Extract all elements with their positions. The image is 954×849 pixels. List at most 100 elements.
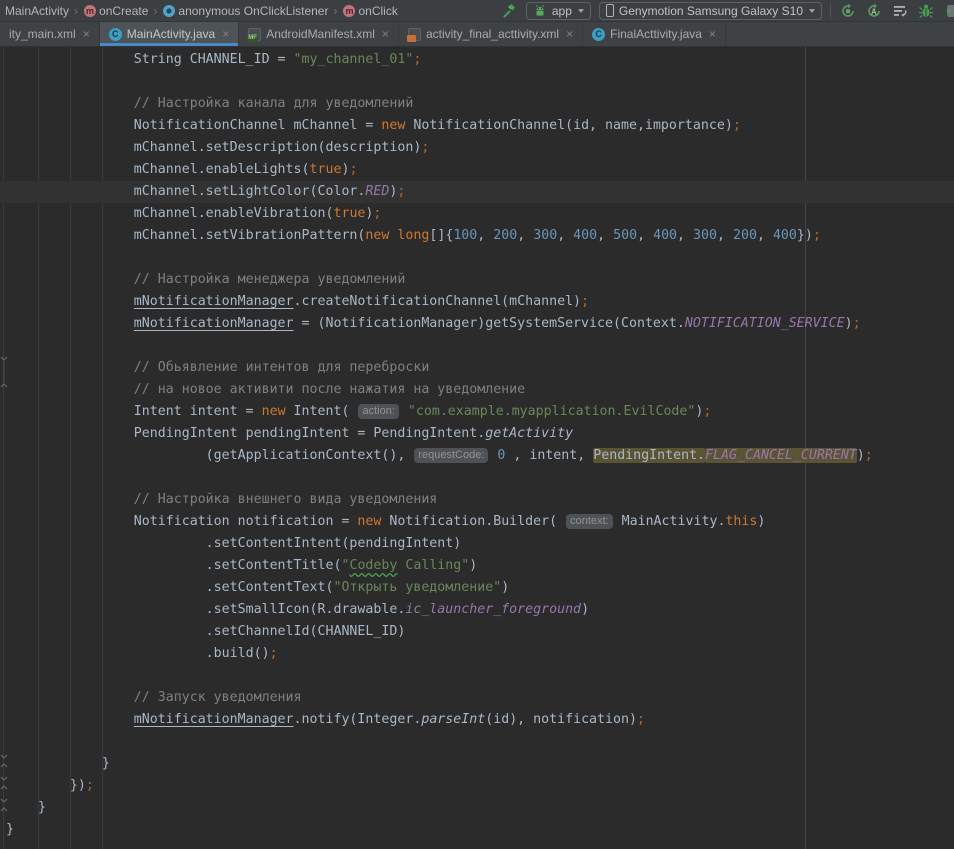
code-token: long xyxy=(397,228,429,243)
tab-close-icon[interactable]: × xyxy=(382,27,389,41)
code-token: 200 xyxy=(493,228,517,243)
code-line[interactable]: mChannel.setVibrationPattern(new long[]{… xyxy=(0,225,954,247)
tab-mainactivity-java[interactable]: CMainActivity.java× xyxy=(100,22,240,46)
code-line[interactable]: // Настройка менеджера уведомлений xyxy=(0,269,954,291)
tab-label: MainActivity.java xyxy=(127,27,215,41)
code-line[interactable]: // Обьявление интентов для переброски xyxy=(0,357,954,379)
code-token: ; xyxy=(637,712,645,727)
code-token: , xyxy=(757,228,773,243)
code-token: ) xyxy=(845,316,853,331)
code-line[interactable] xyxy=(0,335,954,357)
code-token: // Настройка менеджера уведомлений xyxy=(134,272,406,287)
apply-changes-icon[interactable] xyxy=(839,2,857,20)
code-line[interactable]: // Запуск уведомления xyxy=(0,687,954,709)
tab-ity-main-xml[interactable]: ity_main.xml× xyxy=(0,22,100,46)
breadcrumb-item[interactable]: MainActivity xyxy=(5,4,69,18)
code-line[interactable]: mChannel.enableLights(true); xyxy=(0,159,954,181)
breadcrumb-item[interactable]: onCreate xyxy=(99,4,148,18)
code-token: ; xyxy=(733,118,741,133)
code-line[interactable]: .setSmallIcon(R.drawable.ic_launcher_for… xyxy=(0,599,954,621)
code-line[interactable]: mNotificationManager.createNotificationC… xyxy=(0,291,954,313)
code-line[interactable]: .setChannelId(CHANNEL_ID) xyxy=(0,621,954,643)
code-token: , xyxy=(517,228,533,243)
code-token: , xyxy=(557,228,573,243)
code-line[interactable] xyxy=(0,665,954,687)
code-line[interactable]: .setContentIntent(pendingIntent) xyxy=(0,533,954,555)
code-token: NotificationChannel mChannel = xyxy=(134,118,382,133)
tab-close-icon[interactable]: × xyxy=(222,27,229,41)
code-line[interactable] xyxy=(0,467,954,489)
code-line[interactable] xyxy=(0,71,954,93)
code-token: .createNotificationChannel(mChannel) xyxy=(294,294,582,309)
attach-debugger-icon[interactable] xyxy=(943,2,954,20)
device-select[interactable]: Genymotion Samsung Galaxy S10 xyxy=(599,2,822,20)
code-line[interactable]: // Настройка внешнего вида уведомления xyxy=(0,489,954,511)
code-line[interactable]: mNotificationManager.notify(Integer.pars… xyxy=(0,709,954,731)
code-line[interactable]: .setContentTitle("Codeby Calling") xyxy=(0,555,954,577)
tab-androidmanifest-xml[interactable]: MFAndroidManifest.xml× xyxy=(239,22,399,46)
code-token: ; xyxy=(581,294,589,309)
code-token: ; xyxy=(86,778,94,793)
parameter-hint: context: xyxy=(566,514,613,529)
apply-code-changes-icon[interactable]: A xyxy=(865,2,883,20)
profiler-icon[interactable] xyxy=(891,2,909,20)
tab-close-icon[interactable]: × xyxy=(566,27,573,41)
code-line[interactable]: } xyxy=(0,819,954,841)
code-token: new xyxy=(381,118,405,133)
code-token: Intent( xyxy=(286,404,358,419)
code-line[interactable]: Intent intent = new Intent( action: "com… xyxy=(0,401,954,423)
code-line[interactable] xyxy=(0,247,954,269)
code-token: = (NotificationManager)getSystemService(… xyxy=(294,316,685,331)
code-line[interactable]: mChannel.setLightColor(Color.RED); xyxy=(0,181,954,203)
tab-finalacttivity-java[interactable]: CFinalActtivity.java× xyxy=(583,22,726,46)
code-line[interactable] xyxy=(0,731,954,753)
build-hammer-icon[interactable] xyxy=(500,2,518,20)
code-line[interactable]: mNotificationManager = (NotificationMana… xyxy=(0,313,954,335)
tab-close-icon[interactable]: × xyxy=(709,27,716,41)
code-token: ; xyxy=(349,162,357,177)
code-line[interactable]: Notification notification = new Notifica… xyxy=(0,511,954,533)
code-line[interactable]: mChannel.setDescription(description); xyxy=(0,137,954,159)
code-token: mChannel.enableLights( xyxy=(134,162,310,177)
code-line[interactable]: .setContentText("Открыть уведомление") xyxy=(0,577,954,599)
code-token: } xyxy=(38,800,46,815)
code-line[interactable]: NotificationChannel mChannel = new Notif… xyxy=(0,115,954,137)
code-token: // Запуск уведомления xyxy=(134,690,302,705)
toolbar-separator xyxy=(830,3,831,19)
code-token: true xyxy=(333,206,365,221)
code-token: 500 xyxy=(613,228,637,243)
class-icon: C xyxy=(592,28,605,41)
code-line[interactable]: } xyxy=(0,797,954,819)
code-token: .setContentIntent(pendingIntent) xyxy=(206,536,462,551)
code-token: 100 xyxy=(453,228,477,243)
code-line[interactable]: mChannel.enableVibration(true); xyxy=(0,203,954,225)
run-configuration-label: app xyxy=(552,4,572,18)
code-token: ; xyxy=(853,316,861,331)
tab-close-icon[interactable]: × xyxy=(83,27,90,41)
code-token: FLAG_CANCEL_CURRENT xyxy=(705,448,857,463)
code-token: mNotificationManager xyxy=(134,712,294,727)
code-line[interactable]: } xyxy=(0,753,954,775)
code-line[interactable]: // на новое активити после нажатия на ув… xyxy=(0,379,954,401)
debug-icon[interactable] xyxy=(917,2,935,20)
code-line[interactable]: String CHANNEL_ID = "my_channel_01"; xyxy=(0,49,954,71)
code-token: 400 xyxy=(653,228,677,243)
code-token: }) xyxy=(70,778,86,793)
breadcrumb-item[interactable]: onClick xyxy=(358,4,397,18)
tab-activity-final-acttivity-xml[interactable]: activity_final_acttivity.xml× xyxy=(399,22,583,46)
run-configuration-select[interactable]: app xyxy=(526,2,591,20)
code-token: ) xyxy=(857,448,865,463)
code-line[interactable]: PendingIntent pendingIntent = PendingInt… xyxy=(0,423,954,445)
code-token: NotificationChannel(id, name,importance) xyxy=(405,118,732,133)
code-token: 400 xyxy=(773,228,797,243)
code-area[interactable]: String CHANNEL_ID = "my_channel_01"; // … xyxy=(0,49,954,841)
code-line[interactable]: // Настройка канала для уведомлений xyxy=(0,93,954,115)
code-token: .notify(Integer. xyxy=(294,712,422,727)
code-line[interactable]: .build(); xyxy=(0,643,954,665)
breadcrumb-item[interactable]: anonymous OnClickListener xyxy=(178,4,328,18)
code-line[interactable]: (getApplicationContext(), requestCode: 0… xyxy=(0,445,954,467)
code-line[interactable]: }); xyxy=(0,775,954,797)
tab-label: AndroidManifest.xml xyxy=(266,27,375,41)
code-token: ; xyxy=(421,140,429,155)
android-icon xyxy=(533,4,547,18)
